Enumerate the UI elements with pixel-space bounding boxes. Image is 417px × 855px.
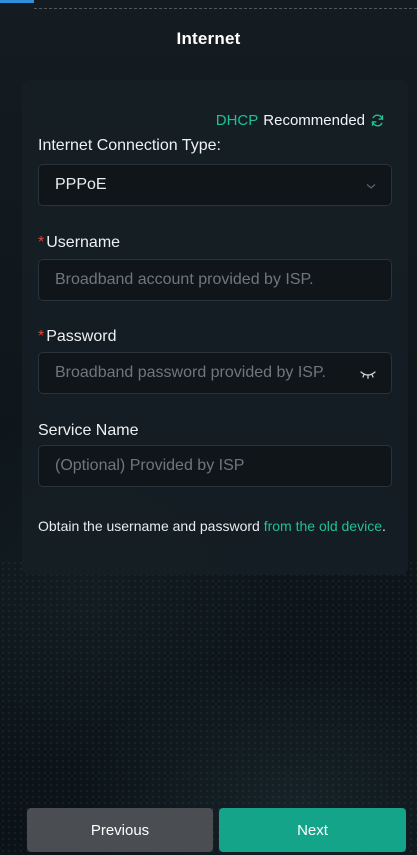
page-title: Internet [176, 29, 241, 48]
password-label: * Password [38, 328, 116, 346]
required-marker: * [38, 328, 45, 345]
username-label: * Username [38, 234, 120, 252]
previous-button[interactable]: Previous [27, 808, 213, 852]
recommended-label: Recommended [263, 112, 365, 129]
username-label-text: Username [46, 234, 121, 251]
connection-type-select[interactable]: PPPoE [38, 164, 392, 206]
password-field[interactable] [38, 352, 392, 394]
next-button[interactable]: Next [219, 808, 406, 852]
service-name-input[interactable] [55, 457, 375, 475]
progress-indicator [0, 0, 34, 3]
required-marker: * [38, 234, 45, 251]
eye-closed-icon[interactable] [359, 367, 377, 381]
username-input[interactable] [55, 271, 375, 289]
recommended-protocol: DHCP [215, 112, 259, 129]
connection-type-label: Internet Connection Type: [38, 137, 221, 154]
refresh-icon[interactable] [370, 113, 385, 128]
help-text-body: Obtain the username and password [38, 518, 264, 534]
recommendation[interactable]: DHCP Recommended [216, 112, 385, 129]
connection-type-value: PPPoE [55, 176, 107, 193]
progress-strip [0, 0, 417, 14]
page-header: Internet [0, 14, 417, 64]
help-text: Obtain the username and password from th… [38, 515, 398, 537]
service-name-field[interactable] [38, 445, 392, 487]
password-label-text: Password [46, 328, 117, 345]
password-input[interactable] [55, 364, 347, 382]
progress-track [34, 8, 417, 9]
old-device-link[interactable]: from the old device [264, 518, 382, 534]
help-text-end: . [382, 518, 386, 534]
chevron-down-icon [365, 179, 377, 191]
service-name-label: Service Name [38, 422, 139, 439]
username-field[interactable] [38, 259, 392, 301]
